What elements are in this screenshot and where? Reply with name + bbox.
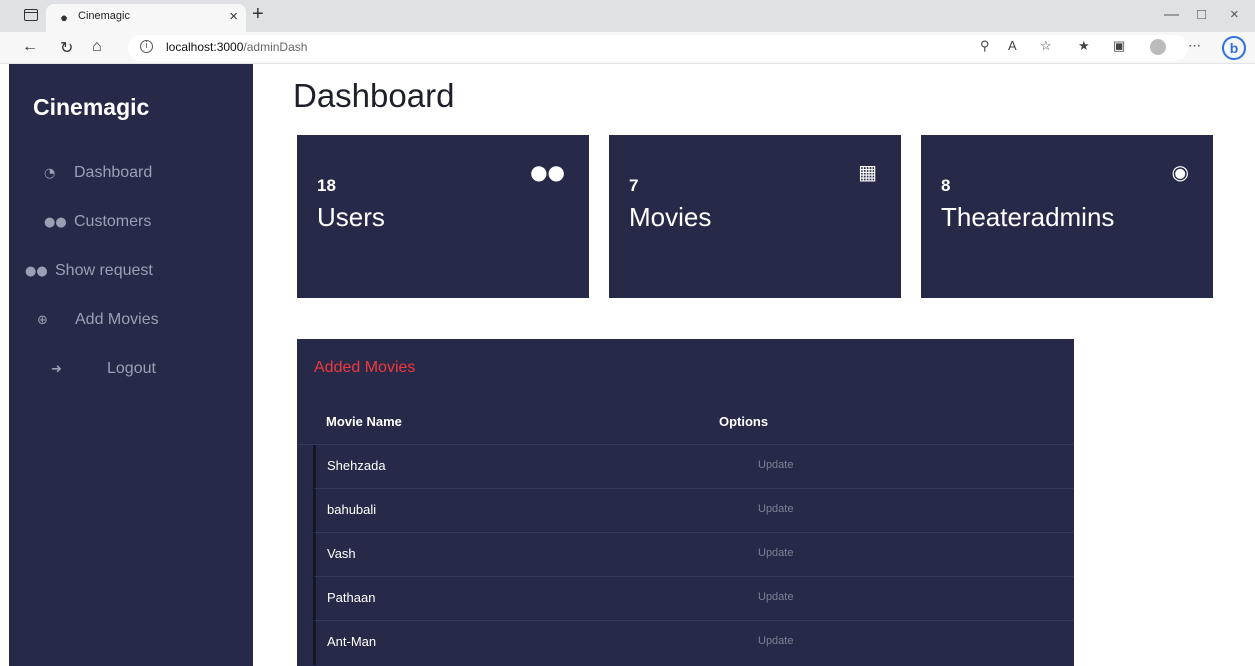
column-header-movie-name: Movie Name [326, 414, 402, 429]
movie-name: Pathaan [327, 590, 376, 605]
movies-label: Movies [629, 202, 712, 232]
film-icon: ▦ [858, 160, 877, 184]
table-header: Movie Name Options [297, 407, 1074, 445]
url-text[interactable]: localhost:3000/adminDash [166, 40, 307, 54]
users-icon: ●● [44, 215, 67, 230]
movie-name: Ant-Man [327, 634, 377, 649]
plus-circle-icon: ⊕ [37, 313, 48, 328]
theateradmins-count: 8 [941, 176, 951, 195]
update-link[interactable]: Update [758, 547, 793, 559]
favorite-icon[interactable]: ☆ [1040, 38, 1052, 54]
movies-count: 7 [629, 176, 639, 195]
movie-name: Shehzada [327, 458, 386, 473]
users-icon: ●● [530, 160, 565, 184]
sidebar-item-logout[interactable]: ➜ Logout [51, 360, 156, 384]
browser-tab[interactable]: ● Cinemagic × [46, 4, 246, 32]
sidebar: Cinemagic ◔ Dashboard ●● Customers ●● Show … [9, 64, 253, 666]
theateradmins-card: ◉ 8 Theateradmins [921, 135, 1213, 298]
table-row: Ant-Man Update [313, 621, 1074, 665]
movie-name: bahubali [327, 502, 377, 517]
dashboard-icon: ◔ [44, 166, 56, 181]
user-circle-icon: ◉ [1171, 160, 1189, 184]
profile-icon[interactable] [1150, 39, 1166, 55]
panel-title: Added Movies [314, 359, 416, 376]
page-title: Dashboard [293, 77, 455, 114]
update-link[interactable]: Update [758, 459, 793, 471]
column-header-options: Options [719, 414, 769, 429]
collections-icon[interactable]: ▣ [1113, 38, 1125, 54]
users-label: Users [317, 202, 385, 232]
back-icon[interactable]: ← [22, 38, 38, 56]
movies-card: ▦ 7 Movies [609, 135, 901, 298]
browser-tab-bar: ● Cinemagic × + — □ × [0, 0, 1255, 32]
read-aloud-icon[interactable]: A [1008, 38, 1017, 53]
more-icon[interactable]: ⋯ [1188, 38, 1201, 54]
sign-out-icon: ➜ [51, 362, 62, 377]
favicon-icon: ● [60, 10, 68, 25]
update-link[interactable]: Update [758, 635, 793, 647]
sidebar-item-show-request[interactable]: ●● Show request [25, 262, 153, 286]
new-tab-icon[interactable]: + [252, 3, 264, 26]
users-icon: ●● [25, 264, 48, 279]
table-row: Vash Update [313, 533, 1074, 577]
restore-icon[interactable]: □ [1197, 6, 1206, 23]
address-bar: ← ↻ ⌂ i localhost:3000/adminDash ⚲ A ☆ ★… [0, 32, 1255, 64]
url-field[interactable]: i localhost:3000/adminDash [128, 35, 1188, 61]
movie-name: Vash [327, 546, 356, 561]
table-row: bahubali Update [313, 489, 1074, 533]
sidebar-item-dashboard[interactable]: ◔ Dashboard [44, 164, 152, 188]
update-link[interactable]: Update [758, 591, 793, 603]
site-info-icon[interactable]: i [140, 40, 153, 53]
home-icon[interactable]: ⌂ [92, 38, 102, 56]
bing-icon[interactable]: b [1222, 36, 1246, 60]
update-link[interactable]: Update [758, 503, 793, 515]
refresh-icon[interactable]: ↻ [60, 38, 73, 58]
window-close-icon[interactable]: × [1230, 6, 1239, 23]
favorites-icon[interactable]: ★ [1078, 38, 1090, 54]
tab-actions-icon[interactable] [24, 9, 38, 21]
users-count: 18 [317, 176, 336, 195]
sidebar-item-add-movies[interactable]: ⊕ Add Movies [37, 311, 159, 335]
key-icon[interactable]: ⚲ [980, 38, 990, 54]
brand-title: Cinemagic [33, 94, 150, 120]
table-row: Pathaan Update [313, 577, 1074, 621]
table-row: Shehzada Update [313, 445, 1074, 489]
tab-close-icon[interactable]: × [229, 8, 238, 25]
tab-title: Cinemagic [78, 10, 130, 22]
minimize-icon[interactable]: — [1164, 6, 1179, 23]
theateradmins-label: Theateradmins [941, 202, 1115, 232]
users-card: ●● 18 Users [297, 135, 589, 298]
added-movies-panel: Added Movies Movie Name Options Shehzada… [297, 339, 1074, 666]
sidebar-item-customers[interactable]: ●● Customers [44, 213, 151, 237]
